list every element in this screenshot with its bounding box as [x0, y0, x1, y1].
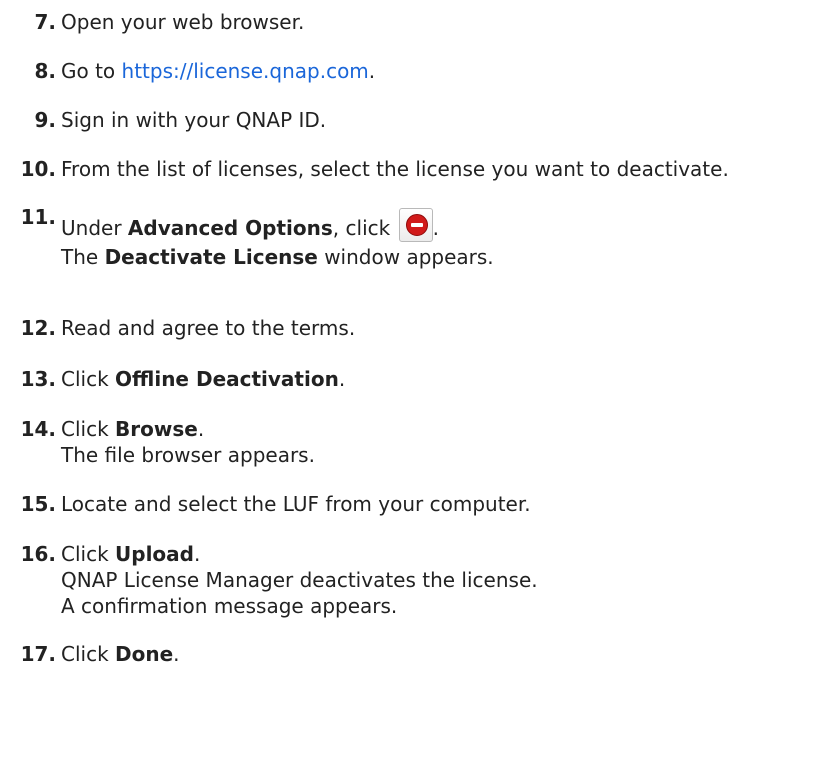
step-text: Click Done.: [61, 641, 180, 667]
step-text-suffix: .: [193, 542, 201, 566]
step-text-prefix: Under: [61, 216, 128, 240]
step-text-suffix: .: [368, 59, 376, 83]
step-text: Under Advanced Options, click . The Deac…: [61, 208, 494, 270]
step-number: 10.: [20, 157, 56, 181]
step-text-prefix: Click: [61, 642, 116, 666]
step-number: 16.: [20, 542, 56, 566]
step-result: A confirmation message appears.: [61, 594, 398, 618]
step-result: The file browser appears.: [61, 443, 315, 467]
license-portal-link[interactable]: https://license.qnap.com: [122, 59, 369, 83]
advanced-options-label: Advanced Options: [127, 216, 333, 240]
step-number: 8.: [34, 59, 56, 83]
done-label: Done: [115, 642, 174, 666]
step-text-prefix: The: [61, 245, 105, 269]
step-number: 9.: [34, 108, 56, 132]
offline-deactivation-label: Offline Deactivation: [115, 367, 339, 391]
step-text: Click Offline Deactivation.: [61, 366, 345, 392]
step-text-suffix: .: [338, 367, 346, 391]
step-text: Sign in with your QNAP ID.: [61, 108, 327, 132]
step-text-prefix: Click: [61, 367, 116, 391]
step-text: Read and agree to the terms.: [61, 316, 356, 340]
step-text: Locate and select the LUF from your comp…: [61, 492, 531, 516]
deactivate-icon[interactable]: [398, 208, 433, 242]
step-text-prefix: Go to: [61, 59, 122, 83]
step-text: Click Browse. The file browser appears.: [61, 416, 315, 468]
deactivate-license-label: Deactivate License: [104, 245, 318, 269]
step-text-prefix: Click: [61, 542, 116, 566]
step-number: 12.: [20, 316, 56, 340]
step-text-suffix: .: [173, 642, 180, 666]
step-number: 11.: [20, 205, 56, 229]
step-text-suffix: .: [197, 417, 205, 441]
stop-icon: [405, 214, 428, 236]
step-number: 14.: [20, 417, 56, 441]
step-number: 15.: [20, 492, 56, 516]
step-text: Go to https://license.qnap.com.: [61, 58, 375, 84]
step-text: Open your web browser.: [61, 10, 305, 34]
step-text: From the list of licenses, select the li…: [61, 157, 729, 181]
upload-label: Upload: [115, 542, 194, 566]
step-number: 7.: [34, 10, 56, 34]
step-number: 17.: [20, 642, 56, 666]
step-text-prefix: Click: [61, 417, 116, 441]
step-number: 13.: [20, 367, 56, 391]
step-text: Click Upload. QNAP License Manager deact…: [61, 541, 538, 619]
browse-label: Browse: [115, 417, 198, 441]
step-result: QNAP License Manager deactivates the lic…: [61, 568, 538, 592]
step-text-suffix: window appears.: [317, 245, 494, 269]
step-text-middle: , click: [332, 216, 397, 240]
step-text-suffix: .: [432, 216, 439, 240]
